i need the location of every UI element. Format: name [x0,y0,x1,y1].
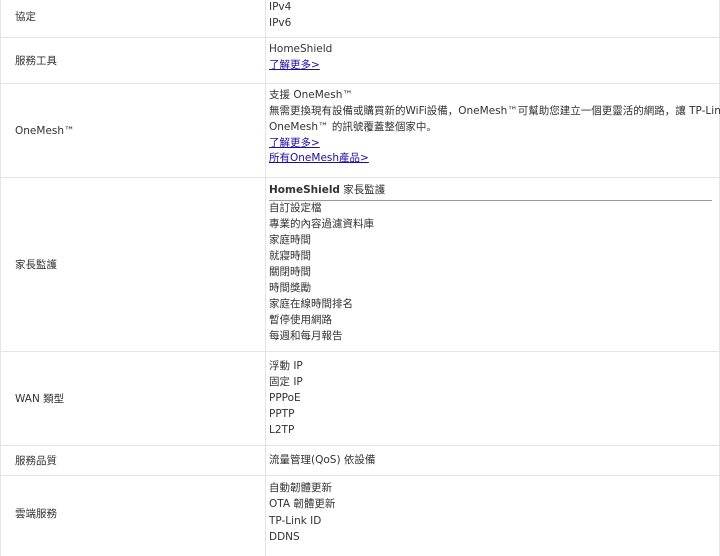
value-line: IPv4 [269,1,292,13]
row-value: 支援 OneMesh™ 無需更換現有設備或購買新的WiFi設備，OneMesh™… [265,84,720,177]
row-value: HomeShield 了解更多> [265,38,719,83]
row-label: 服務工具 [15,55,57,67]
list-item: 每週和每月報告 [269,330,343,342]
row-label: 服務品質 [15,455,57,467]
row-cloud-services: 雲端服務 自動韌體更新 OTA 韌體更新 TP-Link ID DDNS [1,476,719,556]
list-item: TP-Link ID [269,515,322,527]
value-line: 流量管理(QoS) 依設備 [269,454,376,466]
list-item: 時間獎勵 [269,282,311,294]
list-item: 暫停使用網路 [269,314,332,326]
row-protocol: 協定 IPv4 IPv6 [1,0,719,38]
homeshield-text: HomeShield [269,184,340,196]
all-onemesh-products-link[interactable]: 所有OneMesh產品> [269,150,369,166]
row-label: 雲端服務 [15,507,57,520]
value-line: IPv6 [269,17,292,29]
spec-table: 協定 IPv4 IPv6 服務工具 HomeShield 了解更多> OneMe… [0,0,720,556]
row-label: 協定 [15,11,36,23]
row-qos: 服務品質 流量管理(QoS) 依設備 [1,446,719,476]
value-line: HomeShield [269,43,333,55]
list-item: 家庭在線時間排名 [269,298,353,310]
row-onemesh: OneMesh™ 支援 OneMesh™ 無需更換現有設備或購買新的WiFi設備… [1,84,720,178]
list-item: PPPoE [269,392,301,404]
description-line: 無需更換現有設備或購買新的WiFi設備，OneMesh™可幫助您建立一個更靈活的… [269,105,720,117]
learn-more-link[interactable]: 了解更多> [269,135,320,151]
row-value: 浮動 IP 固定 IP PPPoE PPTP L2TP [265,352,719,445]
value-line: 支援 OneMesh™ [269,89,353,101]
row-label: WAN 類型 [15,393,65,405]
list-item: OTA 韌體更新 [269,498,336,510]
list-item: 家庭時間 [269,234,311,246]
list-item: L2TP [269,424,295,436]
row-value: IPv4 IPv6 [265,0,719,37]
parental-text: 家長監護 [339,184,386,196]
parental-subheading: HomeShield 家長監護 [269,182,712,201]
list-item: 就寢時間 [269,250,311,262]
list-item: PPTP [269,408,295,420]
row-value: HomeShield 家長監護 自訂設定檔 專業的內容過濾資料庫 家庭時間 就寢… [265,178,719,351]
row-value: 自動韌體更新 OTA 韌體更新 TP-Link ID DDNS [265,476,719,556]
list-item: 固定 IP [269,376,303,388]
list-item: 自動韌體更新 [269,482,332,494]
row-label: OneMesh™ [15,124,75,137]
row-value: 流量管理(QoS) 依設備 [265,446,719,475]
row-wan-type: WAN 類型 浮動 IP 固定 IP PPPoE PPTP L2TP [1,352,719,446]
row-service-tools: 服務工具 HomeShield 了解更多> [1,38,719,84]
list-item: DDNS [269,531,300,543]
list-item: 自訂設定檔 [269,202,322,214]
list-item: 專業的內容過濾資料庫 [269,218,374,230]
list-item: 關閉時間 [269,266,311,278]
learn-more-link[interactable]: 了解更多> [269,57,320,73]
description-line: OneMesh™ 的訊號覆蓋整個家中。 [269,121,437,133]
row-parental-controls: 家長監護 HomeShield 家長監護 自訂設定檔 專業的內容過濾資料庫 家庭… [1,178,719,352]
list-item: 浮動 IP [269,360,303,372]
row-label: 家長監護 [15,259,57,271]
